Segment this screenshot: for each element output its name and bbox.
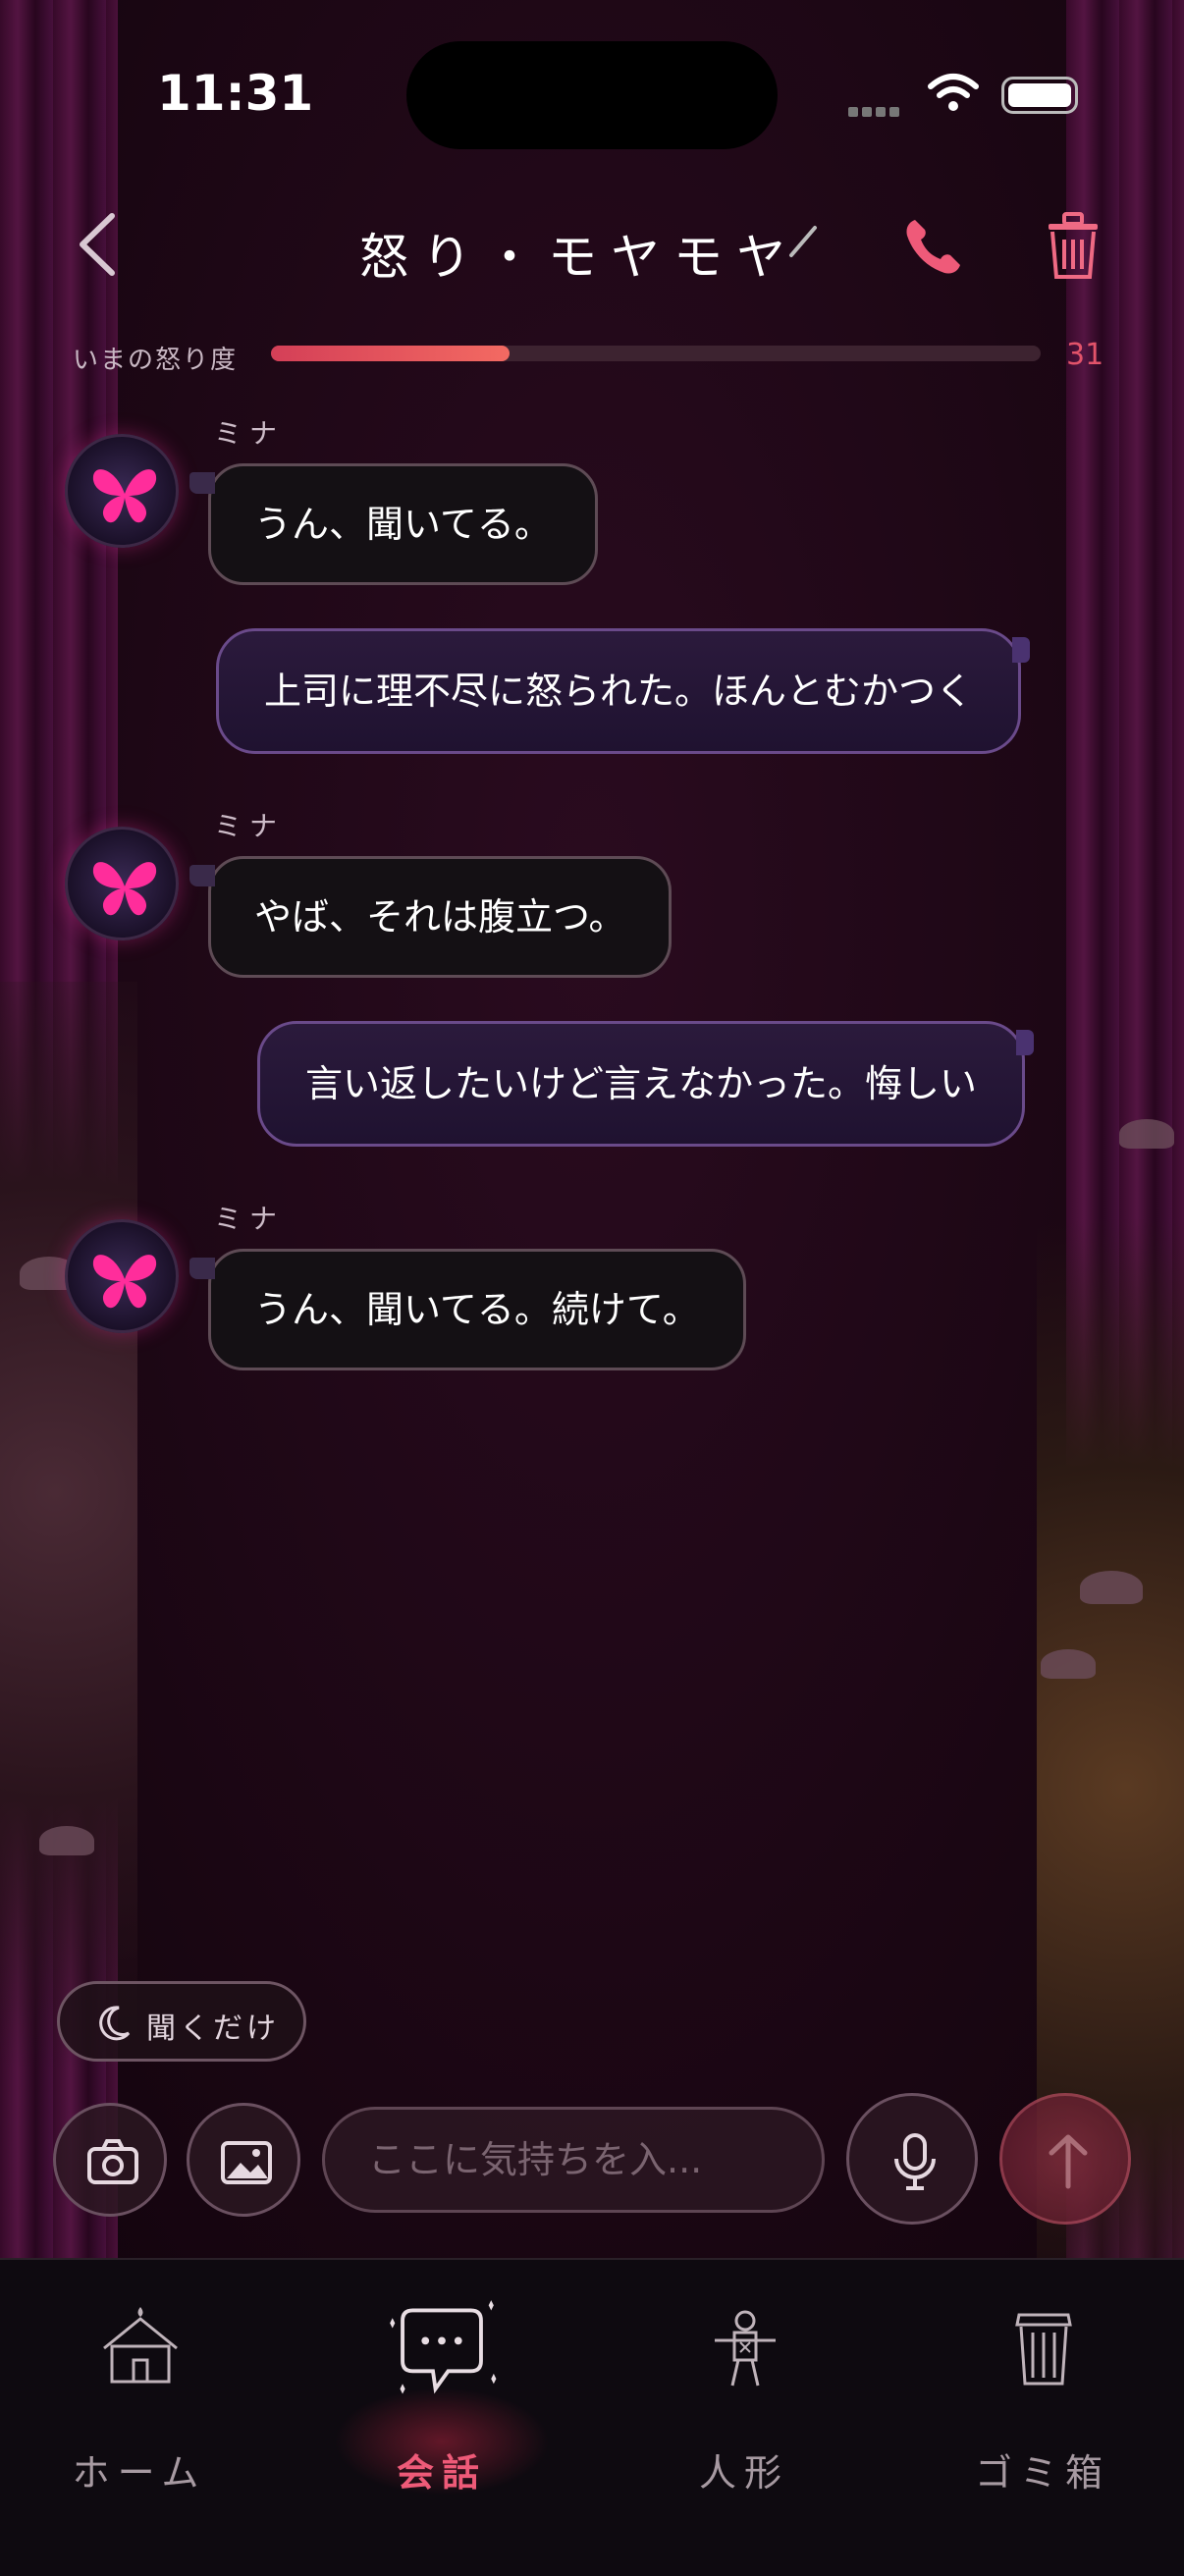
tab-trash-label: ゴミ箱 bbox=[974, 2451, 1110, 2495]
conversation-title[interactable]: 怒り・モヤモヤ bbox=[359, 218, 831, 286]
status-time: 11:31 bbox=[157, 65, 314, 122]
mushroom-decoration bbox=[1041, 1649, 1096, 1679]
mina-avatar[interactable] bbox=[65, 1219, 179, 1333]
moon-icon bbox=[99, 2006, 131, 2041]
tab-doll[interactable]: 人形 bbox=[597, 2260, 891, 2576]
message-input[interactable]: ここに気持ちを入... bbox=[322, 2107, 825, 2213]
listen-only-label: 聞くだけ bbox=[146, 2012, 280, 2046]
anger-meter-fill bbox=[271, 346, 511, 361]
sender-name: ミナ bbox=[214, 417, 286, 450]
tab-home-label: ホーム bbox=[72, 2451, 207, 2495]
microphone-icon bbox=[894, 2133, 936, 2190]
doll-icon bbox=[715, 2310, 776, 2387]
butterfly-icon bbox=[92, 469, 157, 523]
anger-meter-value: 31 bbox=[1066, 338, 1104, 372]
mina-avatar[interactable] bbox=[65, 827, 179, 940]
sender-name: ミナ bbox=[214, 810, 286, 842]
butterfly-icon bbox=[92, 862, 157, 916]
dynamic-island bbox=[406, 41, 778, 149]
camera-button[interactable] bbox=[53, 2103, 167, 2217]
outgoing-message-bubble: 上司に理不尽に怒られた。ほんとむかつく bbox=[216, 628, 1031, 754]
butterfly-icon bbox=[92, 1255, 157, 1309]
tab-bar: ホーム 会話 人形 ゴミ箱 bbox=[0, 2258, 1184, 2576]
outgoing-message-bubble: 言い返したいけど言えなかった。悔しい bbox=[257, 1021, 1035, 1147]
image-icon bbox=[221, 2141, 272, 2184]
chat-bubble-icon bbox=[390, 2300, 497, 2394]
anger-meter-label: いまの怒り度 bbox=[73, 346, 239, 375]
mushroom-decoration bbox=[1080, 1571, 1143, 1604]
phone-call-button[interactable] bbox=[901, 214, 966, 279]
anger-meter-track bbox=[271, 346, 1041, 361]
battery-icon bbox=[1001, 77, 1078, 114]
tab-home[interactable]: ホーム bbox=[0, 2260, 287, 2576]
send-button[interactable] bbox=[999, 2093, 1131, 2225]
tab-trash[interactable]: ゴミ箱 bbox=[895, 2260, 1184, 2576]
house-icon bbox=[103, 2307, 178, 2384]
listen-only-toggle[interactable]: 聞くだけ bbox=[57, 1981, 306, 2062]
incoming-message-bubble: うん、聞いてる。続けて。 bbox=[189, 1249, 746, 1370]
voice-input-button[interactable] bbox=[846, 2093, 978, 2225]
incoming-message-bubble: うん、聞いてる。 bbox=[189, 463, 598, 585]
tab-chat-label: 会話 bbox=[396, 2451, 487, 2495]
edit-pencil-icon[interactable] bbox=[785, 222, 821, 261]
incoming-message-bubble: やば、それは腹立つ。 bbox=[188, 856, 673, 978]
tab-doll-label: 人形 bbox=[698, 2451, 789, 2495]
wifi-icon bbox=[928, 74, 979, 111]
left-mushroom-decoration bbox=[0, 982, 137, 2258]
tab-chat[interactable]: 会話 bbox=[295, 2260, 589, 2576]
sender-name: ミナ bbox=[214, 1203, 286, 1235]
signal-icon bbox=[848, 102, 903, 117]
trash-button[interactable] bbox=[1043, 208, 1103, 283]
arrow-up-icon bbox=[1049, 2134, 1088, 2189]
camera-icon bbox=[87, 2139, 138, 2184]
back-button[interactable] bbox=[69, 210, 128, 279]
mina-avatar[interactable] bbox=[65, 434, 179, 548]
trash-can-icon bbox=[1015, 2313, 1072, 2386]
photo-library-button[interactable] bbox=[187, 2103, 300, 2217]
mushroom-decoration bbox=[39, 1826, 94, 1855]
mushroom-decoration bbox=[1119, 1119, 1174, 1149]
